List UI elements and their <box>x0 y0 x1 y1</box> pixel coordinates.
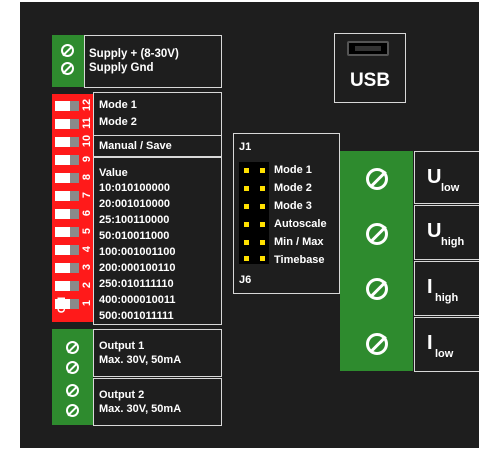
value-heading: Value <box>99 167 128 179</box>
mode1-label: Mode 1 <box>99 99 137 111</box>
dip-switch-7[interactable] <box>55 191 79 201</box>
jumper-row-label: Mode 3 <box>274 200 312 212</box>
mode-label-box: Mode 1 Mode 2 <box>93 92 222 136</box>
manual-save-label: Manual / Save <box>99 140 172 152</box>
output1-title: Output 1 <box>99 340 145 352</box>
dip-number: 3 <box>81 263 93 271</box>
terminal-symbol: U <box>427 220 442 242</box>
dip-number: 12 <box>81 98 93 112</box>
dip-switch-6[interactable] <box>55 209 79 219</box>
output1-label-box: Output 1 Max. 30V, 50mA <box>93 329 222 377</box>
dip-number: 7 <box>81 191 93 199</box>
terminal-symbol: I <box>427 332 433 354</box>
value-line: 25:100110000 <box>99 214 170 226</box>
dip-number: 10 <box>81 134 93 148</box>
jumper-j1-label: J1 <box>239 141 252 153</box>
value-line: 400:000010011 <box>99 294 176 306</box>
screw-icon <box>366 223 388 245</box>
value-line: 20:001010000 <box>99 198 170 210</box>
value-line: 50:010011000 <box>99 230 170 242</box>
value-line: 10:010100000 <box>99 182 170 194</box>
dip-switch-10[interactable] <box>55 137 79 147</box>
device-panel: Supply + (8-30V) Supply Gnd 12 11 10 9 8… <box>20 2 479 448</box>
dip-switch-4[interactable] <box>55 245 79 255</box>
dip-switch-3[interactable] <box>55 263 79 273</box>
mode2-label: Mode 2 <box>99 116 137 128</box>
dip-switch-12[interactable] <box>55 101 79 111</box>
manual-save-box: Manual / Save <box>93 135 222 157</box>
jumper-j6-label: J6 <box>239 274 252 286</box>
dip-number: 4 <box>81 245 93 253</box>
dip-switch-2[interactable] <box>55 281 79 291</box>
terminal-i-low: I low <box>414 317 479 372</box>
supply-terminal-block <box>52 35 84 87</box>
terminal-u-low: U low <box>414 151 479 204</box>
screw-icon <box>61 62 74 75</box>
jumper-row-label: Min / Max <box>274 236 324 248</box>
screw-icon <box>66 384 79 397</box>
terminal-symbol: U <box>427 166 442 188</box>
value-line: 100:001001100 <box>99 246 176 258</box>
value-table-box: Value 10:010100000 20:001010000 25:10011… <box>93 157 222 325</box>
output2-rating: Max. 30V, 50mA <box>99 403 182 415</box>
dip-number: 1 <box>81 299 93 307</box>
supply-gnd-label: Supply Gnd <box>89 62 154 74</box>
supply-plus-label: Supply + (8-30V) <box>89 48 179 60</box>
usb-port-box: USB <box>334 33 406 103</box>
jumper-row-label: Mode 1 <box>274 164 312 176</box>
output1-rating: Max. 30V, 50mA <box>99 354 182 366</box>
screw-icon <box>66 361 79 374</box>
screw-icon <box>66 404 79 417</box>
dip-on-label: ON <box>56 296 68 314</box>
terminal-u-high: U high <box>414 205 479 260</box>
screw-icon <box>66 341 79 354</box>
output-terminal-block <box>52 329 93 425</box>
screw-icon <box>366 168 388 190</box>
dip-switch-8[interactable] <box>55 173 79 183</box>
usb-connector-icon[interactable] <box>347 41 389 56</box>
dip-switch-5[interactable] <box>55 227 79 237</box>
dip-switch-9[interactable] <box>55 155 79 165</box>
supply-label-box: Supply + (8-30V) Supply Gnd <box>84 35 222 88</box>
usb-label: USB <box>349 70 391 91</box>
jumper-row-label: Mode 2 <box>274 182 312 194</box>
terminal-subscript: low <box>435 348 454 360</box>
output2-title: Output 2 <box>99 389 145 401</box>
jumper-header[interactable] <box>239 162 269 264</box>
screw-icon <box>366 278 388 300</box>
dip-number: 11 <box>81 117 93 129</box>
dip-number: 6 <box>81 209 93 217</box>
dip-number: 8 <box>81 173 93 181</box>
jumper-row-label: Timebase <box>274 254 325 266</box>
dip-number: 5 <box>81 227 93 235</box>
value-line: 200:000100110 <box>99 262 176 274</box>
dip-number: 9 <box>81 155 93 163</box>
terminal-symbol: I <box>427 276 433 298</box>
value-line: 250:010111110 <box>99 278 174 290</box>
value-line: 500:001011111 <box>99 310 174 322</box>
signal-terminal-block <box>340 151 413 371</box>
dip-switch[interactable]: 12 11 10 9 8 7 6 5 4 3 2 1 ON <box>52 94 93 322</box>
screw-icon <box>61 44 74 57</box>
screw-icon <box>366 333 388 355</box>
terminal-i-high: I high <box>414 261 479 316</box>
dip-switch-11[interactable] <box>55 119 79 129</box>
terminal-subscript: high <box>441 236 465 248</box>
output2-label-box: Output 2 Max. 30V, 50mA <box>93 378 222 426</box>
jumper-box: J1 J6 Mode 1 Mode 2 Mode 3 Autoscale Min… <box>233 133 340 294</box>
dip-number: 2 <box>81 281 93 289</box>
terminal-subscript: low <box>441 182 460 194</box>
terminal-subscript: high <box>435 292 459 304</box>
jumper-row-label: Autoscale <box>274 218 327 230</box>
